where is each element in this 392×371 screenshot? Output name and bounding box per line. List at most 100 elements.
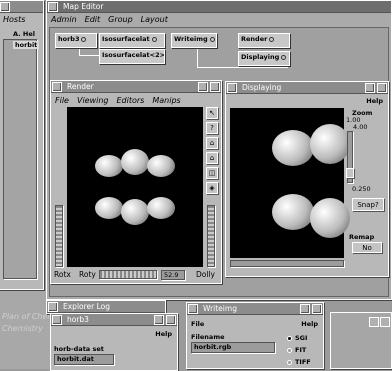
map-editor-titlebar[interactable]: Map Editor [47,1,391,13]
horb3-help-menu[interactable]: Help [155,330,172,338]
writeimg-titlebar[interactable]: Writeimg [187,303,323,315]
horb3-title: horb3 [67,315,89,324]
dolly-thumbwheel[interactable] [207,205,215,267]
menu-hosts[interactable]: Hosts [0,15,29,24]
remap-option-menu[interactable]: No [352,242,382,253]
format-radio-tiff[interactable] [287,360,292,365]
menu-admin[interactable]: Admin [47,15,81,24]
menu-group[interactable]: Group [104,15,137,24]
format-radio-sgi[interactable] [287,336,292,341]
displaying-titlebar[interactable]: Displaying [226,82,388,94]
filename-field[interactable]: horbit.rgb [191,342,275,353]
render-menubar: File Viewing Editors Manips [51,94,221,106]
snap-button[interactable]: Snap? [352,198,384,211]
minimize-icon[interactable] [300,303,310,314]
minimize-icon[interactable] [365,82,375,93]
menu-editors[interactable]: Editors [113,96,149,105]
node-status-icon [209,36,215,42]
horb3-titlebar[interactable]: horb3 [51,314,177,326]
left-window: Hosts A. Hel horbit [0,0,44,290]
roty-thumbwheel[interactable] [99,270,157,279]
orbital-lobe [121,199,149,225]
view-all-icon[interactable]: ◫ [206,167,218,179]
window-menu-icon[interactable] [52,81,62,92]
node-render[interactable]: Render [238,33,290,48]
window-menu-icon[interactable] [0,1,10,12]
orbital-lobe [121,149,149,175]
window-control-icon[interactable] [380,317,390,327]
node-displaying[interactable]: Displaying [238,51,290,66]
map-editor-title: Map Editor [63,2,104,11]
set-home-icon[interactable]: ⌂ [206,152,218,164]
orbital-lobe [310,124,350,164]
explorer-log-title: Explorer Log [63,302,111,311]
explorer-log-window: Explorer Log [46,300,166,314]
render-titlebar[interactable]: Render [51,81,221,93]
desktop-text-2: Chemistry [2,324,43,333]
list-item-horbit[interactable]: horbit [13,41,40,49]
menu-edit[interactable]: Edit [81,15,105,24]
window-menu-icon[interactable] [48,301,58,312]
orbital-lobe [147,155,175,177]
window-menu-icon[interactable] [48,1,58,12]
displaying-title: Displaying [242,83,282,92]
displaying-window: Displaying Help Zoom 1.00 4.00 0.250 Sna… [225,81,389,277]
orbital-lobe [310,198,350,238]
render-viewport[interactable] [67,107,203,267]
seek-icon[interactable]: ◈ [206,182,218,194]
roty-label: Roty [79,270,96,279]
displaying-help-menu[interactable]: Help [366,97,383,105]
wire [197,45,198,67]
maximize-icon[interactable] [377,82,387,93]
explorer-log-titlebar[interactable]: Explorer Log [47,301,165,313]
node-isosurfacelat-2[interactable]: Isosurfacelat<2> [99,49,165,64]
minimize-icon[interactable] [154,314,164,325]
minimize-icon[interactable] [198,81,208,92]
window-menu-icon[interactable] [188,303,198,314]
writeimg-file-menu[interactable]: File [191,320,204,328]
orbital-lobe [95,155,123,177]
horb3-dataset-field[interactable]: horbit.dat [54,354,114,365]
display-hscroll[interactable] [230,260,344,267]
window-menu-icon[interactable] [227,82,237,93]
left-thumbwheel[interactable] [55,205,63,267]
orbital-lobe [147,197,175,219]
display-status-bar [258,242,320,252]
node-isosurfacelat[interactable]: Isosurfacelat [99,33,165,48]
node-horb3[interactable]: horb3 [55,33,97,48]
menu-viewing[interactable]: Viewing [73,96,113,105]
node-writeimg[interactable]: Writeimg [171,33,217,48]
roty-value[interactable]: 52.9 [161,270,185,280]
orbital-lobe [272,130,314,166]
window-menu-icon[interactable] [52,314,62,325]
node-status-icon [151,36,157,42]
home-icon[interactable]: ⌂ [206,137,218,149]
pick-tool-icon[interactable]: ↖ [206,107,218,119]
window-control-icon[interactable] [369,317,379,327]
wire [197,67,287,68]
left-window-menubar: Hosts [0,13,43,25]
writeimg-window: Writeimg File Help Filename horbit.rgb S… [186,302,324,369]
left-window-header: A. Hel [13,30,35,38]
maximize-icon[interactable] [210,81,220,92]
maximize-icon[interactable] [166,314,176,325]
node-status-icon [81,36,87,42]
menu-manips[interactable]: Manips [148,96,184,105]
render-window: Render File Viewing Editors Manips ↖ ? ⌂… [50,80,222,284]
format-label-fit: FIT [295,346,307,354]
writeimg-help-menu[interactable]: Help [301,320,318,328]
horb3-window: horb3 Help horb-data set horbit.dat [50,313,178,371]
format-radio-fit[interactable] [287,348,292,353]
orbital-lobe [272,194,314,230]
left-window-titlebar[interactable] [0,1,43,13]
writeimg-title: Writeimg [203,304,237,313]
menu-layout[interactable]: Layout [137,15,172,24]
remap-label: Remap [349,233,375,241]
left-window-list[interactable] [3,39,37,279]
zoom-slider-handle[interactable] [346,168,354,178]
maximize-icon[interactable] [312,303,322,314]
help-tool-icon[interactable]: ? [206,122,218,134]
menu-file[interactable]: File [51,96,73,105]
display-viewport[interactable] [230,108,350,258]
rotx-label: Rotx [54,270,71,279]
